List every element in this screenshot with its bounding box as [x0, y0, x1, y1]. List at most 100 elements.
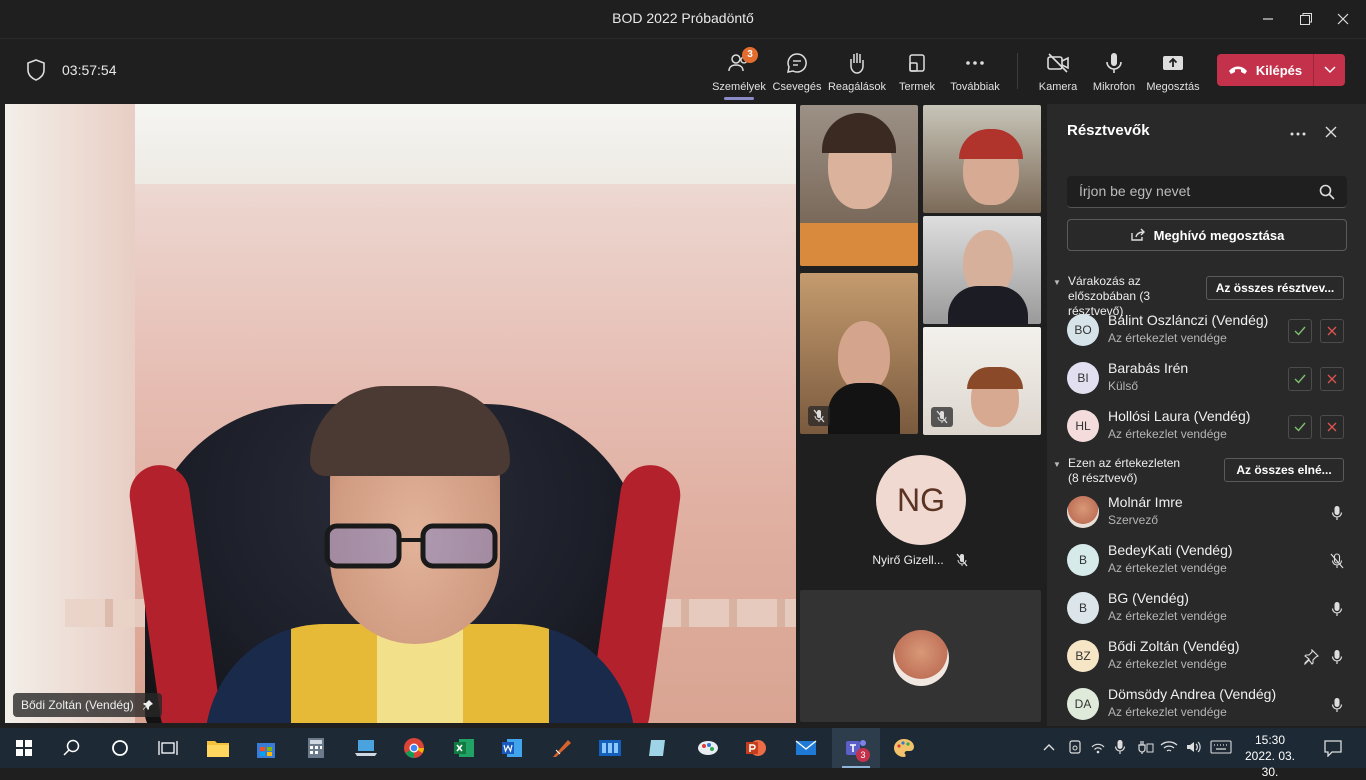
- collapse-icon[interactable]: ▼: [1053, 460, 1061, 469]
- stage-participant-name: Bődi Zoltán (Vendég): [21, 698, 134, 712]
- camera-button[interactable]: Kamera: [1027, 47, 1089, 99]
- self-view-tile[interactable]: [800, 590, 1041, 722]
- reactions-button[interactable]: Reagálások: [826, 47, 888, 99]
- meeting-person-row[interactable]: B BG (Vendég) Az értekezlet vendége: [1067, 586, 1352, 630]
- calculator-app[interactable]: [292, 728, 340, 768]
- speaker-icon: [1187, 741, 1201, 753]
- search-icon[interactable]: [1319, 184, 1335, 200]
- mail-icon: [795, 740, 817, 755]
- people-button[interactable]: 3 Személyek: [708, 47, 770, 100]
- tray-wifi-icon[interactable]: [1160, 739, 1178, 758]
- check-icon: [1294, 422, 1306, 432]
- paint-studio-app[interactable]: [880, 728, 928, 768]
- video-tile-5[interactable]: [923, 327, 1041, 435]
- mute-all-button[interactable]: Az összes elné...: [1224, 458, 1344, 482]
- restore-icon: [1300, 13, 1312, 25]
- paint-icon: [553, 740, 571, 757]
- notes-app[interactable]: [634, 728, 682, 768]
- lobby-person-row[interactable]: BI Barabás Irén Külső: [1067, 356, 1352, 400]
- teams-badge: 3: [856, 748, 870, 762]
- share-invite-button[interactable]: Meghívó megosztása: [1067, 219, 1347, 251]
- mic-on-icon: [1327, 695, 1347, 715]
- avatar: BO: [1067, 314, 1099, 346]
- search-input[interactable]: [1067, 176, 1307, 206]
- video-tile-2[interactable]: [923, 105, 1041, 213]
- person-name: Barabás Irén: [1108, 360, 1189, 376]
- meeting-person-row[interactable]: Molnár Imre Szervező: [1067, 490, 1352, 534]
- close-window-button[interactable]: [1320, 0, 1366, 38]
- collapse-icon[interactable]: ▼: [1053, 278, 1061, 287]
- pin-icon[interactable]: [1301, 647, 1321, 667]
- ng-avatar[interactable]: NG: [876, 455, 966, 545]
- file-explorer-app[interactable]: [194, 728, 242, 768]
- share-button[interactable]: Megosztás: [1142, 47, 1204, 99]
- tray-volume-icon[interactable]: [1185, 739, 1203, 758]
- paint-app[interactable]: [538, 728, 586, 768]
- leave-button[interactable]: Kilépés: [1217, 54, 1345, 86]
- deny-button[interactable]: [1320, 319, 1344, 343]
- word-app[interactable]: [488, 728, 536, 768]
- camera-off-icon: [1047, 53, 1069, 73]
- deny-button[interactable]: [1320, 367, 1344, 391]
- admit-button[interactable]: [1288, 367, 1312, 391]
- share-icon: [1163, 56, 1183, 70]
- lobby-person-row[interactable]: HL Hollósi Laura (Vendég) Az értekezlet …: [1067, 404, 1352, 448]
- video-tile-1[interactable]: [800, 105, 918, 266]
- video-tile-4[interactable]: [800, 273, 918, 434]
- tray-power-icon[interactable]: [1136, 739, 1154, 758]
- participant-search[interactable]: [1067, 176, 1347, 208]
- meeting-person-row[interactable]: B BedeyKati (Vendég) Az értekezlet vendé…: [1067, 538, 1352, 582]
- person-name: BedeyKati (Vendég): [1108, 542, 1233, 558]
- cortana-icon: [112, 740, 128, 756]
- chat-button[interactable]: Csevegés: [766, 47, 828, 99]
- tray-keyboard-icon[interactable]: [1210, 740, 1232, 757]
- meeting-person-row[interactable]: BZ Bődi Zoltán (Vendég) Az értekezlet ve…: [1067, 634, 1352, 678]
- video-tile-3[interactable]: [923, 216, 1041, 324]
- notifications-button[interactable]: [1324, 739, 1342, 760]
- self-avatar: [893, 630, 949, 686]
- admit-button[interactable]: [1288, 415, 1312, 439]
- microphone-button[interactable]: Mikrofon: [1083, 47, 1145, 99]
- excel-app[interactable]: [440, 728, 488, 768]
- admit-all-button[interactable]: Az összes résztvev...: [1206, 276, 1344, 300]
- rooms-label: Termek: [898, 81, 936, 93]
- rooms-button[interactable]: Termek: [886, 47, 948, 99]
- taskbar: 3 15:30 2022. 03. 30.: [0, 728, 1366, 779]
- tray-overflow-button[interactable]: [1043, 740, 1055, 754]
- meeting-person-row[interactable]: DA Dömsödy Andrea (Vendég) Az értekezlet…: [1067, 682, 1352, 726]
- tray-device-icon[interactable]: [1067, 739, 1083, 758]
- mic-off-icon: [956, 553, 968, 567]
- panel-close-button[interactable]: [1321, 122, 1341, 142]
- store-app[interactable]: [242, 728, 290, 768]
- admit-button[interactable]: [1288, 319, 1312, 343]
- chrome-app[interactable]: [390, 728, 438, 768]
- clock-date: 2022. 03. 30.: [1244, 749, 1296, 779]
- start-button[interactable]: [0, 728, 48, 768]
- share-label: Megosztás: [1146, 81, 1200, 93]
- person-role: Az értekezlet vendége: [1108, 331, 1227, 345]
- powerpoint-app[interactable]: [732, 728, 780, 768]
- task-view-button[interactable]: [144, 728, 192, 768]
- deny-button[interactable]: [1320, 415, 1344, 439]
- main-video-stage[interactable]: Bődi Zoltán (Vendég): [5, 104, 796, 723]
- close-icon: [1327, 374, 1337, 384]
- media-app[interactable]: [586, 728, 634, 768]
- reactions-icon: [850, 53, 864, 74]
- teams-app[interactable]: 3: [832, 728, 880, 768]
- leave-dropdown[interactable]: [1313, 54, 1345, 86]
- taskbar-clock[interactable]: 15:30 2022. 03. 30.: [1238, 732, 1302, 780]
- panel-more-button[interactable]: [1287, 124, 1309, 144]
- mail-app[interactable]: [782, 728, 830, 768]
- taskbar-search-button[interactable]: [48, 728, 96, 768]
- lobby-person-row[interactable]: BO Bálint Oszlánczi (Vendég) Az értekezl…: [1067, 308, 1352, 352]
- more-button[interactable]: Továbbiak: [944, 47, 1006, 99]
- cortana-button[interactable]: [96, 728, 144, 768]
- close-icon: [1327, 422, 1337, 432]
- tool-app[interactable]: [684, 728, 732, 768]
- network-icon: [1091, 743, 1105, 754]
- tray-network-icon[interactable]: [1090, 739, 1106, 758]
- tray-mic-icon[interactable]: [1114, 739, 1126, 758]
- pc-app[interactable]: [342, 728, 390, 768]
- leave-main[interactable]: Kilépés: [1217, 63, 1313, 78]
- avatar: [1067, 496, 1099, 528]
